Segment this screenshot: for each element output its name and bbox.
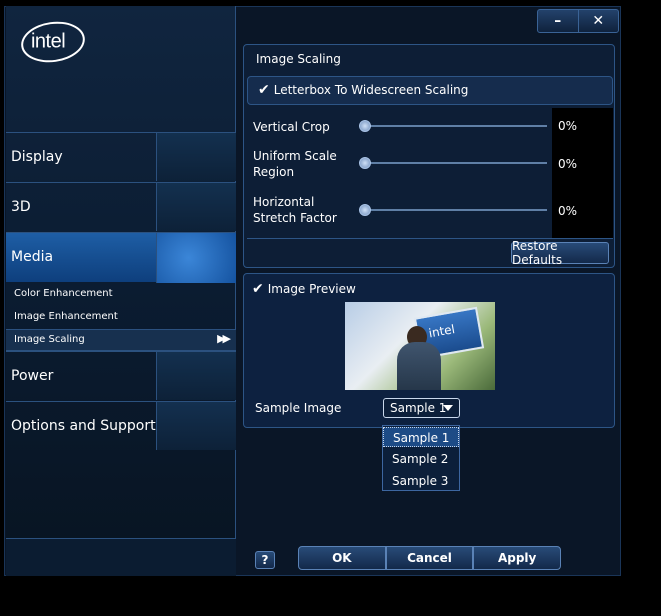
sidebar-item-power[interactable]: Power — [6, 351, 236, 400]
sidebar-item-label: Power — [11, 368, 54, 384]
sidebar: intel Display 3D Media Color Enhancement… — [6, 6, 236, 576]
slider-label-vertical-crop: Vertical Crop — [253, 120, 330, 134]
sidebar-item-tile — [156, 133, 236, 181]
checkmark-icon[interactable]: ✔ — [252, 281, 264, 297]
logo-text: intel — [30, 30, 66, 53]
option-label: Sample 3 — [392, 474, 449, 488]
dropdown-option-sample-3[interactable]: Sample 3 — [383, 471, 459, 491]
ok-button[interactable]: OK — [298, 546, 386, 570]
panel-title: Image Scaling — [256, 52, 341, 66]
sidebar-item-3d[interactable]: 3D — [6, 182, 236, 231]
vertical-crop-value: 0% — [558, 119, 578, 133]
sample-image-label: Sample Image — [255, 401, 342, 415]
sidebar-item-label: Options and Support — [11, 418, 156, 434]
image-preview-label: Image Preview — [267, 282, 356, 296]
sidebar-item-media[interactable]: Media — [6, 232, 236, 283]
sidebar-item-tile — [156, 233, 236, 283]
subitem-image-enhancement[interactable]: Image Enhancement — [14, 311, 118, 322]
checkmark-icon[interactable]: ✔ — [258, 82, 270, 98]
image-scaling-panel: Image Scaling ✔ Letterbox To Widescreen S… — [243, 44, 615, 268]
restore-defaults-button[interactable]: Restore Defaults — [511, 239, 609, 267]
preview-sign-text: intel — [427, 322, 456, 341]
intel-logo: intel — [18, 17, 88, 67]
sidebar-item-tile — [156, 352, 236, 400]
horizontal-stretch-track[interactable] — [361, 209, 547, 211]
sidebar-item-label: 3D — [11, 199, 31, 215]
selected-sample: Sample 1 — [390, 401, 447, 415]
sidebar-item-display[interactable]: Display — [6, 132, 236, 181]
horizontal-stretch-slider-thumb[interactable] — [359, 204, 371, 216]
subitem-color-enhancement[interactable]: Color Enhancement — [14, 288, 113, 299]
dropdown-option-sample-1[interactable]: Sample 1 — [383, 427, 459, 447]
dropdown-option-sample-2[interactable]: Sample 2 — [383, 449, 459, 469]
preview-person-body — [397, 342, 441, 390]
sidebar-item-tile — [156, 402, 236, 450]
uniform-scale-slider-thumb[interactable] — [359, 157, 371, 169]
sidebar-item-tile — [156, 183, 236, 231]
sample-image-select[interactable]: Sample 1 — [383, 398, 460, 418]
vertical-crop-slider-thumb[interactable] — [359, 120, 371, 132]
slider-label-uniform-scale: Uniform Scale Region — [253, 149, 337, 179]
preview-image: intel — [345, 302, 495, 390]
letterbox-label: Letterbox To Widescreen Scaling — [273, 83, 469, 97]
apply-button[interactable]: Apply — [473, 546, 562, 570]
subitem-label: Image Scaling — [14, 334, 85, 345]
sidebar-item-label: Media — [11, 249, 54, 265]
letterbox-row[interactable]: ✔ Letterbox To Widescreen Scaling — [247, 76, 613, 105]
uniform-scale-value: 0% — [558, 157, 578, 171]
sidebar-footer — [6, 538, 236, 576]
footer-buttons: OK Cancel Apply — [298, 546, 562, 570]
option-label: Sample 1 — [393, 431, 450, 445]
help-button[interactable]: ? — [255, 551, 275, 569]
chevron-down-icon — [443, 405, 453, 411]
subitem-image-scaling[interactable]: Image Scaling ▶▶ — [6, 329, 236, 351]
cancel-button[interactable]: Cancel — [385, 546, 474, 570]
sidebar-item-label: Display — [11, 149, 63, 165]
slider-label-horizontal-stretch: Horizontal Stretch Factor — [253, 195, 337, 225]
window-controls: – ✕ — [537, 9, 619, 33]
vertical-crop-track[interactable] — [361, 125, 547, 127]
minimize-button[interactable]: – — [538, 10, 579, 32]
horizontal-stretch-value: 0% — [558, 204, 578, 218]
double-arrow-icon: ▶▶ — [217, 332, 231, 345]
sidebar-item-options-support[interactable]: Options and Support — [6, 401, 236, 450]
option-label: Sample 2 — [392, 452, 449, 466]
sample-image-dropdown: Sample 1 Sample 2 Sample 3 — [382, 425, 460, 491]
uniform-scale-track[interactable] — [361, 162, 547, 164]
close-button[interactable]: ✕ — [579, 10, 619, 32]
